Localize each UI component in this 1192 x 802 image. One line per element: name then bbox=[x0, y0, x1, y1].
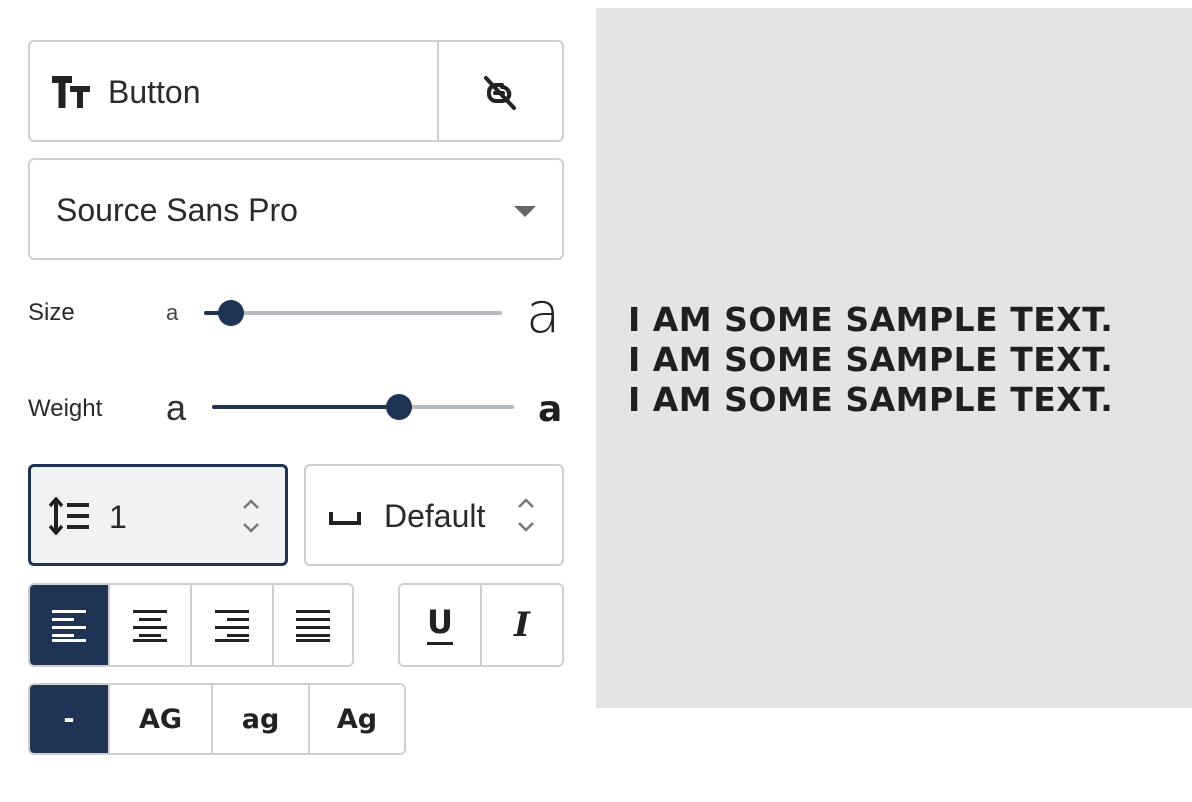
preview-line: I AM SOME SAMPLE TEXT. bbox=[628, 300, 1114, 339]
unlink-button[interactable] bbox=[476, 70, 522, 116]
align-left-icon bbox=[52, 610, 86, 642]
preview-line: I AM SOME SAMPLE TEXT. bbox=[628, 340, 1114, 379]
align-right-button[interactable] bbox=[192, 585, 274, 665]
preview-line: I AM SOME SAMPLE TEXT. bbox=[628, 380, 1114, 419]
text-style-selector[interactable]: Button bbox=[28, 40, 564, 142]
weight-slider-handle[interactable] bbox=[386, 394, 412, 420]
underline-bar bbox=[427, 641, 453, 645]
case-lowercase-button[interactable]: ag bbox=[213, 685, 310, 753]
text-style-label: Button bbox=[108, 74, 201, 110]
weight-slider-fill bbox=[212, 405, 399, 409]
align-right-icon bbox=[215, 610, 249, 642]
line-height-stepper[interactable]: 1 bbox=[28, 464, 288, 566]
align-center-icon bbox=[133, 610, 167, 642]
size-max-glyph: a bbox=[526, 281, 561, 346]
underline-button[interactable]: U bbox=[400, 585, 482, 665]
size-label: Size bbox=[28, 299, 75, 326]
letter-spacing-value: Default bbox=[384, 498, 486, 534]
letter-spacing-stepper[interactable]: Default bbox=[304, 464, 564, 566]
font-family-value: Source Sans Pro bbox=[56, 192, 298, 228]
case-uppercase-button[interactable]: AG bbox=[110, 685, 213, 753]
italic-button[interactable]: I bbox=[482, 585, 562, 665]
align-left-button[interactable] bbox=[30, 585, 110, 665]
space-icon bbox=[329, 512, 361, 525]
decoration-group: U I bbox=[398, 583, 564, 667]
underline-icon: U bbox=[427, 602, 453, 641]
line-height-icon bbox=[48, 497, 89, 535]
chevron-down-icon bbox=[514, 206, 536, 217]
size-slider[interactable] bbox=[204, 300, 502, 326]
align-justify-icon bbox=[296, 610, 330, 642]
case-none-button[interactable]: - bbox=[30, 685, 110, 753]
chevron-down-icon[interactable] bbox=[241, 521, 261, 535]
font-family-select[interactable]: Source Sans Pro bbox=[28, 158, 564, 260]
text-preview-panel: I AM SOME SAMPLE TEXT. I AM SOME SAMPLE … bbox=[596, 8, 1192, 708]
weight-label: Weight bbox=[28, 395, 103, 422]
weight-slider[interactable] bbox=[212, 394, 514, 420]
align-center-button[interactable] bbox=[110, 585, 192, 665]
chevron-down-icon[interactable] bbox=[516, 520, 536, 534]
alignment-group bbox=[28, 583, 354, 667]
divider bbox=[437, 42, 439, 140]
size-min-glyph: a bbox=[166, 300, 179, 325]
size-slider-track bbox=[204, 311, 502, 315]
case-capitalize-button[interactable]: Ag bbox=[310, 685, 404, 753]
align-justify-button[interactable] bbox=[274, 585, 352, 665]
text-case-group: - AG ag Ag bbox=[28, 683, 406, 755]
size-slider-handle[interactable] bbox=[218, 300, 244, 326]
italic-icon: I bbox=[514, 605, 530, 645]
line-height-value: 1 bbox=[109, 499, 127, 535]
weight-min-glyph: a bbox=[166, 387, 187, 428]
chevron-up-icon[interactable] bbox=[241, 497, 261, 511]
chevron-up-icon[interactable] bbox=[516, 496, 536, 510]
text-size-icon bbox=[52, 76, 90, 108]
weight-max-glyph: a bbox=[538, 389, 563, 430]
